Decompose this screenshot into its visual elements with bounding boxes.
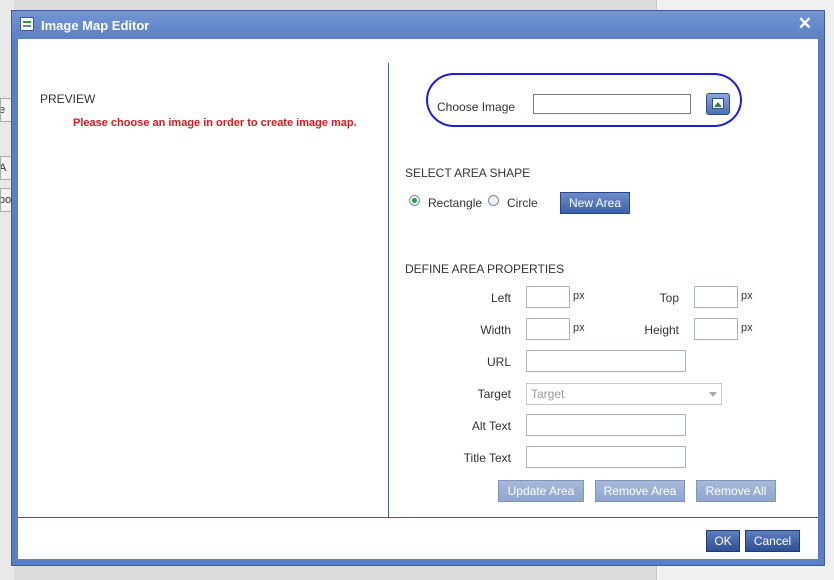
height-input[interactable] [694,318,738,340]
update-area-button[interactable]: Update Area [498,480,584,502]
dialog-titlebar[interactable]: Image Map Editor ✕ [12,11,824,39]
top-input[interactable] [694,286,738,308]
dialog-window-icon [20,17,34,31]
alt-text-input[interactable] [526,414,686,436]
ok-button[interactable]: OK [706,530,740,552]
close-icon[interactable]: ✕ [798,14,812,34]
target-select-value: Target [531,387,565,401]
width-input[interactable] [526,318,570,340]
left-input[interactable] [526,286,570,308]
target-select[interactable]: Target [526,383,722,405]
choose-image-input[interactable] [533,94,691,114]
url-input[interactable] [526,350,686,372]
remove-area-button[interactable]: Remove Area [595,480,685,502]
title-text-input[interactable] [526,446,686,468]
define-area-properties-heading: DEFINE AREA PROPERTIES [405,262,565,276]
radio-rectangle[interactable] [409,195,420,206]
panel-divider [388,63,389,517]
footer-divider [18,517,818,518]
preview-heading: PREVIEW [40,92,96,106]
dialog-content: PREVIEW Please choose an image in order … [18,39,818,559]
radio-circle-label[interactable]: Circle [507,196,538,210]
alt-text-label: Alt Text [471,419,511,433]
height-unit: px [741,322,753,334]
chevron-down-icon [709,392,717,397]
choose-image-label: Choose Image [437,100,516,114]
cancel-button[interactable]: Cancel [745,530,800,552]
browse-image-button[interactable] [706,93,730,115]
url-label: URL [486,355,511,369]
new-area-button[interactable]: New Area [560,192,630,214]
preview-warning-message: Please choose an image in order to creat… [73,117,357,129]
target-label: Target [477,387,511,401]
image-picker-icon [712,98,724,109]
radio-circle[interactable] [488,195,499,206]
remove-all-button[interactable]: Remove All [696,480,776,502]
radio-rectangle-label[interactable]: Rectangle [428,196,482,210]
dialog-title: Image Map Editor [41,18,150,33]
left-unit: px [573,290,585,302]
left-label: Left [490,291,511,305]
height-label: Height [644,323,679,337]
width-label: Width [480,323,511,337]
top-unit: px [741,290,753,302]
width-unit: px [573,322,585,334]
title-text-label: Title Text [463,451,511,465]
select-area-shape-heading: SELECT AREA SHAPE [405,166,531,180]
image-map-editor-dialog: Image Map Editor ✕ PREVIEW Please choose… [11,10,825,566]
top-label: Top [659,291,679,305]
